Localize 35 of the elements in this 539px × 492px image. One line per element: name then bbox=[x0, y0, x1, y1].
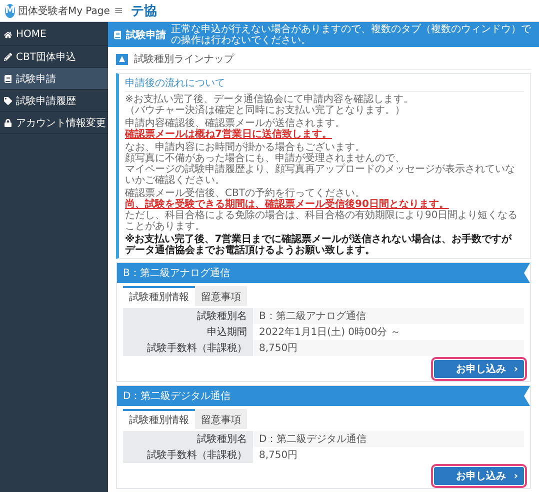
tab[interactable]: 留意事項 bbox=[195, 286, 247, 306]
header-notice: 正常な申込が行えない場合がありますので、複数のタブ（複数のウィンドウ）での操作は行わないでください。 bbox=[171, 24, 532, 46]
info-text: なお、申請内容にお時間が掛かる場合もございます。 bbox=[125, 142, 365, 153]
exam-title: D：第二級デジタル通信 bbox=[117, 386, 530, 406]
row-label: 試験手数料（非課税） bbox=[123, 447, 253, 463]
section-title: 試験種別ラインナップ bbox=[134, 52, 234, 66]
row-value: 8,750円 bbox=[253, 340, 524, 356]
exam-title: B：第二級アナログ通信 bbox=[117, 263, 530, 283]
info-title: 申請後の流れについて bbox=[125, 76, 524, 92]
page-title: 試験申請 bbox=[126, 28, 166, 42]
app-title: 団体受験者My Page bbox=[18, 4, 110, 18]
row-label: 試験種別名 bbox=[123, 431, 253, 447]
info-text: 顔写真に不備があった場合にも、申請が受理されませんので、 bbox=[125, 153, 405, 164]
info-text: 確認票メール受信後、CBTの予約を行ってください。 bbox=[125, 188, 365, 199]
info-text: 尚、試験を受験できる期間は、確認票メール受信後90日間となります。 bbox=[125, 199, 449, 210]
info-text: 申請内容確認後、確認票メールが送信されます。 bbox=[125, 118, 345, 129]
logo-icon: M bbox=[5, 4, 15, 18]
row-label: 試験手数料（非課税） bbox=[123, 340, 253, 356]
sidebar-item[interactable]: 試験申請 bbox=[0, 68, 108, 90]
apply-button[interactable]: お申し込み › bbox=[434, 467, 524, 485]
apply-button[interactable]: お申し込み › bbox=[434, 360, 524, 378]
row-label: 試験種別名 bbox=[123, 308, 253, 324]
menu-icon[interactable]: ≡ bbox=[114, 4, 124, 17]
row-value: B：第二級アナログ通信 bbox=[253, 308, 524, 324]
info-text: （バウチャー決済は確定と同時にお支払い完了となります。） bbox=[125, 105, 405, 116]
tab[interactable]: 留意事項 bbox=[195, 409, 247, 429]
brand-logo: テ協 bbox=[131, 2, 158, 20]
row-label: 申込期間 bbox=[123, 324, 253, 340]
info-text: ※お支払い完了後、データ通信協会にて申請内容を確認します。 bbox=[125, 94, 414, 105]
row-value: D：第二級デジタル通信 bbox=[253, 431, 524, 447]
info-text: データ通信協会までお電話頂けるようお願い致します。 bbox=[125, 245, 375, 256]
info-text: マイページの試験申請履歴より、顔写真再アップロードのメッセージが表示されていないかご確認ください。 bbox=[125, 164, 516, 186]
info-text: ただし、科目合格による免除の場合は、科目合格の有効期限により90日間より短くなることがあります。 bbox=[125, 210, 519, 232]
info-text: ※お支払い完了後、7営業日までに確認票メールが送信されない場合は、お手数ですが bbox=[125, 234, 512, 245]
info-text: 確認票メールは概ね7営業日に送信致します。 bbox=[125, 129, 332, 140]
